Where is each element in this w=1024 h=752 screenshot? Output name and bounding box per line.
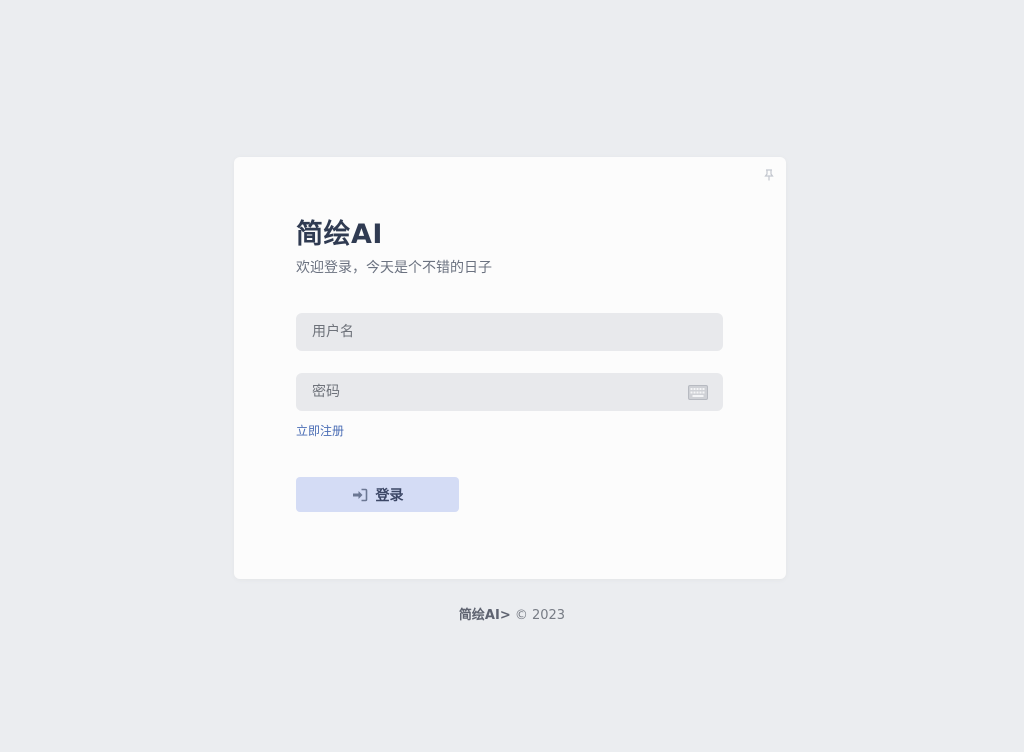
login-card: 简绘AI 欢迎登录，今天是个不错的日子 用户名 立即注册 登录 [234,157,786,579]
footer-brand: 简绘AI> [458,608,511,623]
pin-icon[interactable] [764,166,774,181]
sign-in-icon [352,488,368,502]
welcome-subtitle: 欢迎登录，今天是个不错的日子 [296,260,492,276]
footer-copyright: © 2023 [514,608,566,623]
username-field [296,313,723,351]
page-title: 简绘AI [296,219,383,250]
footer: 简绘AI> © 2023 [0,607,1024,625]
password-field [296,373,723,411]
login-page: 简绘AI 欢迎登录，今天是个不错的日子 用户名 立即注册 登录 简绘AI> © … [0,0,1024,752]
keyboard-icon[interactable] [688,385,708,400]
username-input[interactable] [296,313,723,351]
register-link[interactable]: 立即注册 [296,423,344,439]
login-button[interactable]: 登录 [296,477,459,512]
password-input[interactable] [296,373,723,411]
login-button-label: 登录 [375,487,404,504]
